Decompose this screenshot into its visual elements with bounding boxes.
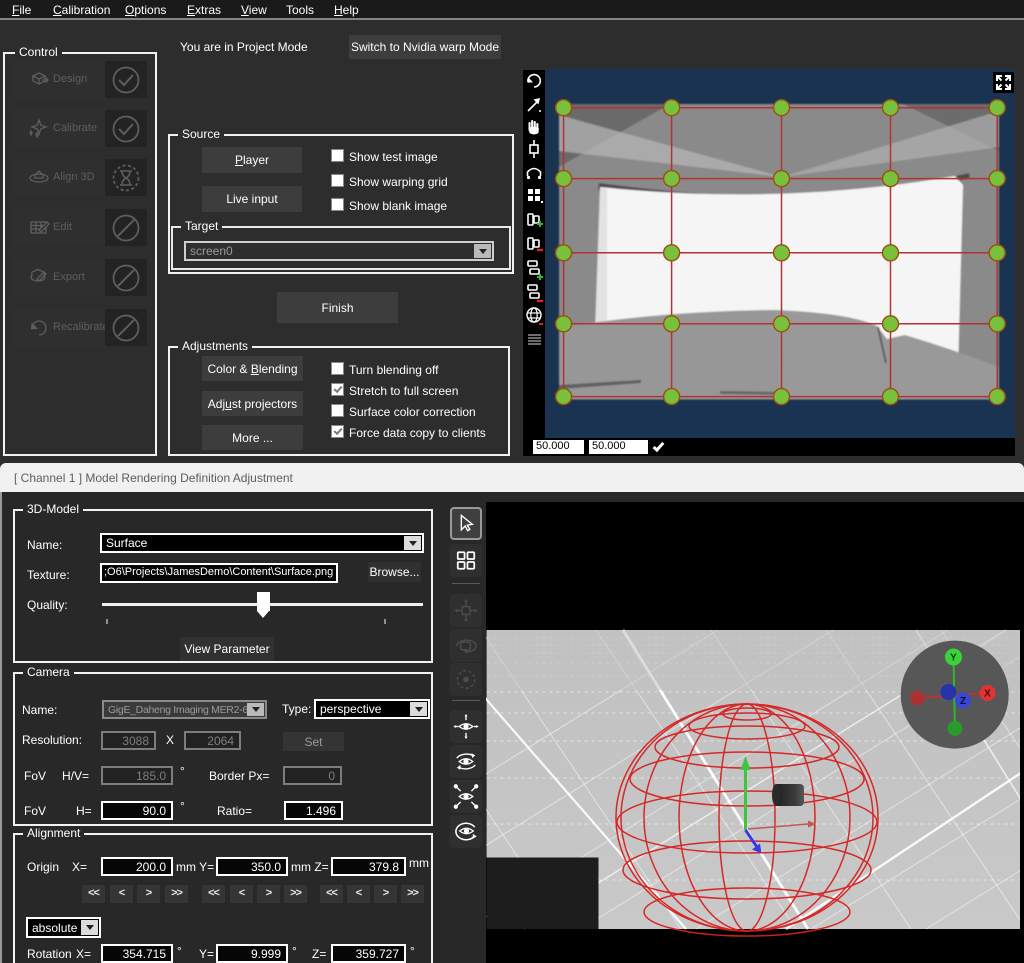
svg-text:Y: Y — [950, 653, 957, 664]
svg-text:Z: Z — [960, 696, 966, 707]
svg-text:X: X — [984, 689, 991, 700]
